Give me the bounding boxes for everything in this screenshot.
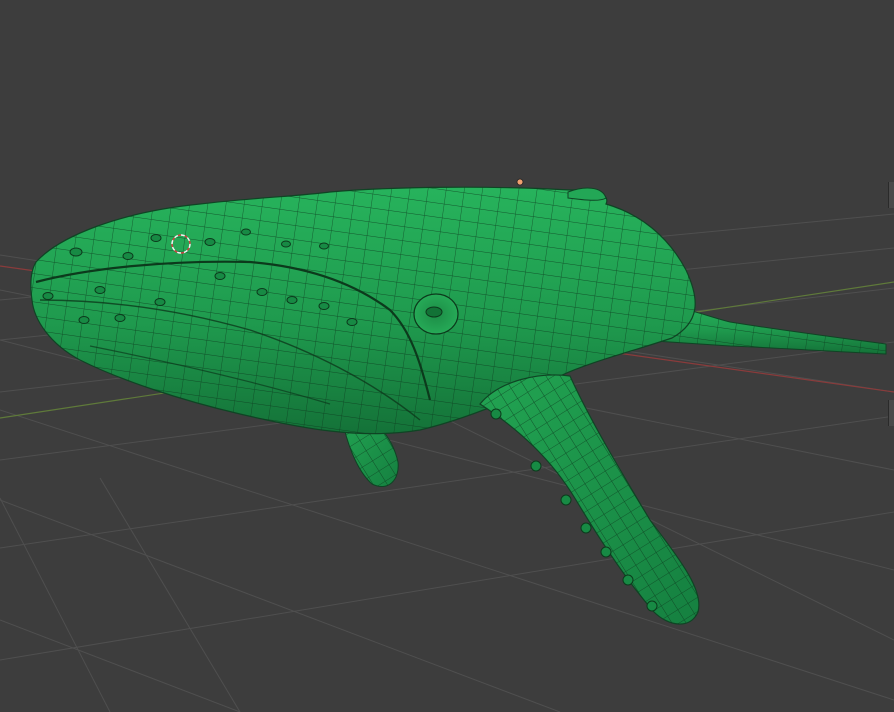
3d-viewport[interactable] xyxy=(0,0,894,712)
eye-center xyxy=(425,306,443,318)
region-resize-handle-bottom[interactable] xyxy=(888,400,894,426)
object-origin[interactable] xyxy=(516,178,524,186)
viewport-canvas[interactable] xyxy=(0,0,894,712)
region-resize-handle-top[interactable] xyxy=(888,182,894,208)
